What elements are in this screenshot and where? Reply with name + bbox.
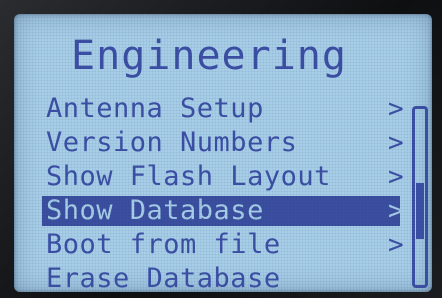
menu-item-boot-from-file[interactable]: Boot from file >: [42, 228, 404, 262]
menu-item-label: Erase Database: [46, 263, 281, 292]
menu-item-label: Version Numbers: [46, 127, 298, 158]
device-bezel: Engineering Antenna Setup > Version Numb…: [0, 0, 442, 298]
chevron-right-icon: >: [388, 196, 404, 226]
menu-item-version-numbers[interactable]: Version Numbers >: [42, 126, 404, 160]
menu-item-erase-database[interactable]: Erase Database: [42, 262, 402, 292]
menu-item-label: Show Flash Layout: [46, 161, 331, 192]
lcd-screen: Engineering Antenna Setup > Version Numb…: [14, 14, 432, 292]
chevron-right-icon: >: [388, 128, 404, 158]
chevron-right-icon: >: [388, 230, 404, 260]
menu-item-show-flash-layout[interactable]: Show Flash Layout >: [42, 160, 404, 194]
screen-title: Engineering: [71, 33, 347, 79]
menu-item-antenna-setup[interactable]: Antenna Setup >: [42, 92, 404, 126]
menu-item-show-database[interactable]: Show Database >: [42, 194, 404, 228]
chevron-right-icon: >: [388, 94, 404, 124]
menu-item-label: Show Database: [46, 195, 264, 226]
menu-item-label: Boot from file: [46, 229, 281, 260]
scrollbar-thumb[interactable]: [416, 183, 424, 239]
menu-item-label: Antenna Setup: [46, 93, 264, 124]
menu-list: Antenna Setup > Version Numbers > Show F…: [42, 92, 404, 292]
menu-scrollbar[interactable]: [412, 106, 428, 288]
chevron-right-icon: >: [388, 162, 404, 192]
